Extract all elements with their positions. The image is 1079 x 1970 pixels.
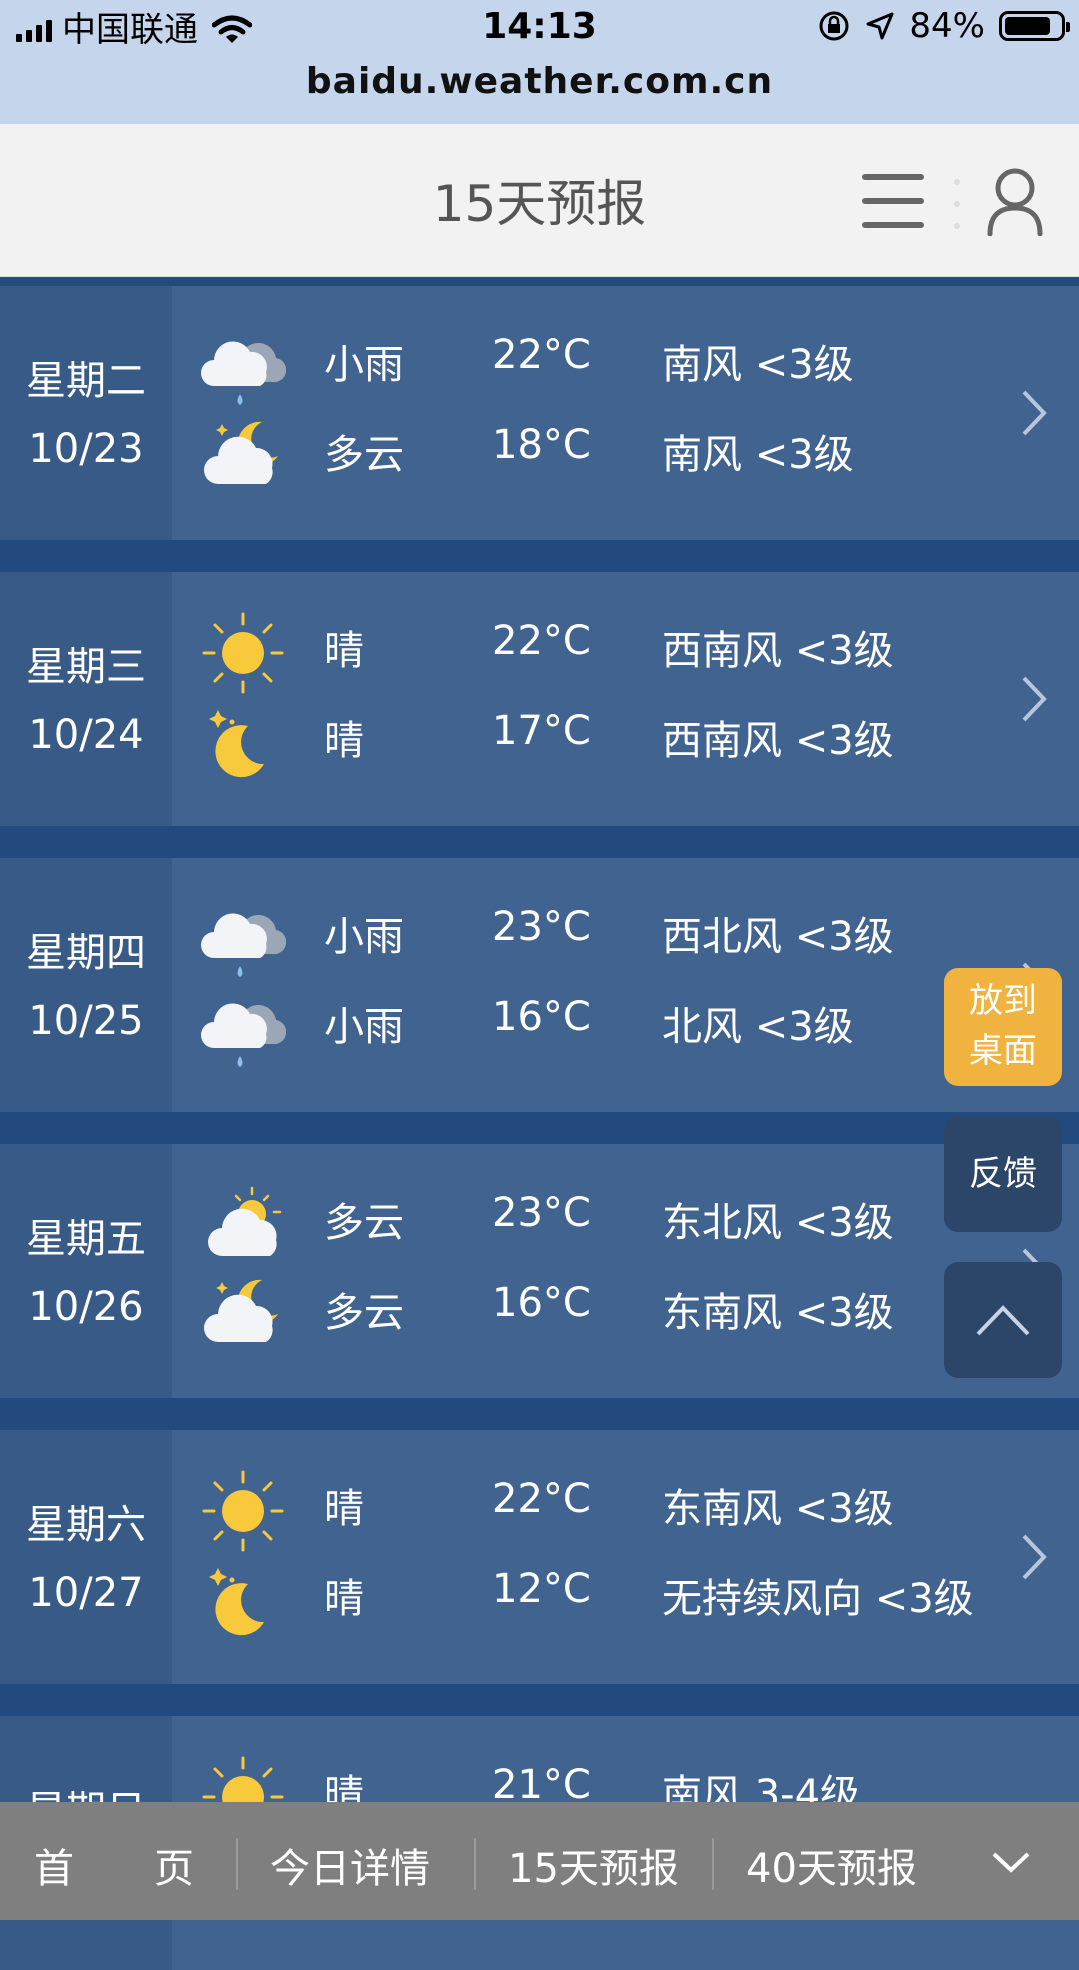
day-forecast: 小雨 23°C 西北风 <3级 — [200, 896, 1060, 977]
condition-label: 晴 — [324, 628, 364, 674]
cloudy-day-icon — [200, 1182, 286, 1268]
nav-40day-forecast[interactable]: 40天预报 — [746, 1836, 917, 1894]
wind-label: 东北风 <3级 — [662, 1200, 894, 1246]
page-header: 15天预报 — [0, 124, 1079, 277]
weekday-label: 星期三 — [26, 644, 146, 690]
night-forecast: 晴 17°C 西南风 <3级 — [200, 700, 1060, 778]
weekday-label: 星期六 — [26, 1502, 146, 1548]
moon-icon — [209, 1568, 264, 1636]
condition-label: 晴 — [324, 1576, 364, 1622]
temperature-label: 22°C — [492, 1476, 591, 1522]
battery-percent: 84% — [909, 6, 985, 46]
forecast-day-row[interactable]: 星期六 10/27 晴 22°C 东南风 <3级 晴 12°C 无持续风向 <3… — [0, 1430, 1079, 1684]
condition-label: 小雨 — [324, 914, 404, 960]
date-label: 10/23 — [28, 426, 144, 472]
add-to-desktop-button[interactable]: 放到 桌面 — [944, 968, 1062, 1086]
chevron-right-icon — [1022, 676, 1047, 722]
night-forecast: 晴 12°C 无持续风向 <3级 — [200, 1558, 1060, 1636]
rain-cloud-icon — [201, 341, 286, 405]
night-forecast: 多云 16°C 东南风 <3级 — [200, 1272, 1060, 1342]
wind-label: 西南风 <3级 — [662, 718, 894, 764]
wind-label: 西北风 <3级 — [662, 914, 894, 960]
location-icon — [866, 12, 894, 40]
temperature-label: 16°C — [492, 1280, 591, 1326]
wind-label: 北风 <3级 — [662, 1004, 854, 1050]
chevron-right-icon — [1022, 390, 1047, 436]
temperature-label: 18°C — [492, 422, 591, 468]
condition-label: 小雨 — [324, 342, 404, 388]
battery-icon — [999, 11, 1070, 41]
condition-label: 多云 — [324, 1200, 404, 1246]
weekday-label: 星期二 — [26, 358, 146, 404]
day-forecast: 晴 22°C 东南风 <3级 — [200, 1468, 1060, 1552]
sun-icon — [202, 1470, 284, 1552]
wind-label: 无持续风向 <3级 — [662, 1576, 974, 1622]
date-label: 10/24 — [28, 712, 144, 758]
temperature-label: 17°C — [492, 708, 591, 754]
add-to-desktop-label-2: 桌面 — [969, 1031, 1037, 1071]
day-date-column: 星期四 10/25 — [0, 858, 172, 1112]
temperature-label: 22°C — [492, 618, 591, 664]
date-label: 10/25 — [28, 998, 144, 1044]
day-date-column: 星期六 10/27 — [0, 1430, 172, 1684]
nav-15day-forecast[interactable]: 15天预报 — [508, 1836, 679, 1894]
forecast-day-row[interactable]: 星期四 10/25 小雨 23°C 西北风 <3级 小雨 16°C 北风 <3级 — [0, 858, 1079, 1112]
status-bar: 中国联通 14:13 84% — [0, 0, 1079, 60]
user-icon[interactable] — [985, 166, 1045, 236]
nav-divider — [712, 1838, 714, 1890]
day-forecast: 多云 23°C 东北风 <3级 — [200, 1182, 1060, 1252]
weekday-label: 星期四 — [26, 930, 146, 976]
nav-divider — [474, 1838, 476, 1890]
header-divider — [954, 179, 960, 229]
day-date-column: 星期二 10/23 — [0, 286, 172, 540]
day-date-column: 星期五 10/26 — [0, 1144, 172, 1398]
url-bar[interactable]: baidu.weather.com.cn — [0, 60, 1079, 124]
temperature-label: 23°C — [492, 1190, 591, 1236]
wind-label: 东南风 <3级 — [662, 1290, 894, 1336]
cloudy-night-icon — [200, 1272, 286, 1358]
day-forecast: 晴 22°C 西南风 <3级 — [200, 610, 1060, 694]
wind-label: 南风 <3级 — [662, 342, 854, 388]
temperature-label: 22°C — [492, 332, 591, 378]
wind-label: 西南风 <3级 — [662, 628, 894, 674]
rain-cloud-icon — [201, 1003, 286, 1067]
feedback-button[interactable]: 反馈 — [944, 1116, 1062, 1232]
temperature-label: 12°C — [492, 1566, 591, 1612]
night-forecast: 多云 18°C 南风 <3级 — [200, 414, 1060, 484]
date-label: 10/26 — [28, 1284, 144, 1330]
cloudy-night-icon — [200, 414, 286, 500]
forecast-day-row[interactable]: 星期五 10/26 多云 23°C 东北风 <3级 多云 16°C 东南风 <3… — [0, 1144, 1079, 1398]
add-to-desktop-label-1: 放到 — [969, 981, 1037, 1021]
bottom-nav: 首 页 今日详情 15天预报 40天预报 — [0, 1802, 1079, 1920]
temperature-label: 23°C — [492, 904, 591, 950]
day-forecast: 小雨 22°C 南风 <3级 — [200, 324, 1060, 405]
nav-home[interactable]: 首 页 — [34, 1836, 194, 1894]
chevron-right-icon — [1022, 1534, 1047, 1580]
chevron-up-icon — [976, 1305, 1030, 1336]
nav-today-detail[interactable]: 今日详情 — [270, 1836, 430, 1894]
temperature-label: 16°C — [492, 994, 591, 1040]
condition-label: 多云 — [324, 1290, 404, 1336]
condition-label: 小雨 — [324, 1004, 404, 1050]
wind-label: 南风 <3级 — [662, 432, 854, 478]
back-to-top-button[interactable] — [944, 1262, 1062, 1378]
forecast-day-row[interactable]: 星期三 10/24 晴 22°C 西南风 <3级 晴 17°C 西南风 <3级 — [0, 572, 1079, 826]
moon-icon — [209, 710, 264, 778]
chevron-down-icon[interactable] — [988, 1842, 1034, 1882]
forecast-day-row[interactable]: 星期二 10/23 小雨 22°C 南风 <3级 多云 18°C 南风 <3级 — [0, 286, 1079, 540]
menu-button[interactable] — [862, 174, 926, 232]
nav-divider — [236, 1838, 238, 1890]
weekday-label: 星期五 — [26, 1216, 146, 1262]
day-date-column: 星期三 10/24 — [0, 572, 172, 826]
orientation-lock-icon — [819, 11, 849, 41]
rain-cloud-icon — [201, 913, 286, 977]
condition-label: 晴 — [324, 718, 364, 764]
condition-label: 多云 — [324, 432, 404, 478]
sun-icon — [202, 612, 284, 694]
wind-label: 东南风 <3级 — [662, 1486, 894, 1532]
condition-label: 晴 — [324, 1486, 364, 1532]
date-label: 10/27 — [28, 1570, 144, 1616]
night-forecast: 小雨 16°C 北风 <3级 — [200, 986, 1060, 1067]
